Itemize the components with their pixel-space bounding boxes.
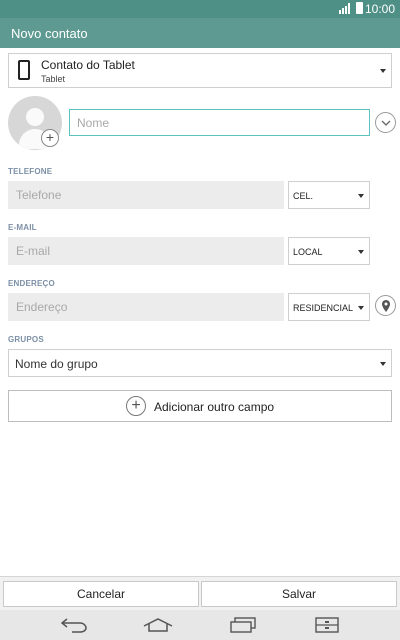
address-type-value: RESIDENCIAL bbox=[293, 303, 354, 313]
location-pin-icon bbox=[382, 300, 390, 312]
groups-select[interactable]: Nome do grupo bbox=[8, 349, 392, 377]
address-input[interactable] bbox=[8, 293, 284, 321]
chevron-down-icon bbox=[381, 120, 391, 126]
account-name: Contato do Tablet bbox=[41, 58, 135, 72]
recent-apps-icon[interactable] bbox=[229, 617, 257, 633]
groups-value: Nome do grupo bbox=[15, 357, 98, 371]
account-type: Tablet bbox=[41, 74, 66, 84]
add-photo-button[interactable]: + bbox=[41, 129, 59, 147]
phone-section-label: TELEFONE bbox=[8, 167, 53, 176]
add-field-button[interactable]: + Adicionar outro campo bbox=[8, 390, 392, 422]
name-field[interactable] bbox=[69, 109, 370, 136]
dropdown-caret-icon bbox=[358, 250, 364, 254]
dropdown-caret-icon bbox=[358, 306, 364, 310]
add-field-label: Adicionar outro campo bbox=[154, 400, 275, 414]
signal-icon bbox=[339, 3, 350, 14]
back-icon[interactable] bbox=[60, 617, 88, 633]
location-button[interactable] bbox=[375, 295, 396, 316]
cancel-button[interactable]: Cancelar bbox=[3, 581, 199, 607]
navigation-bar bbox=[0, 610, 400, 640]
groups-section-label: GRUPOS bbox=[8, 335, 44, 344]
status-time: 10:00 bbox=[364, 2, 395, 16]
account-selector[interactable]: Contato do Tablet Tablet bbox=[8, 53, 392, 88]
address-type-select[interactable]: RESIDENCIAL bbox=[288, 293, 370, 321]
plus-icon: + bbox=[126, 396, 146, 416]
phone-field[interactable] bbox=[8, 181, 284, 209]
phone-input[interactable] bbox=[8, 181, 284, 209]
save-button[interactable]: Salvar bbox=[201, 581, 397, 607]
page-title: Novo contato bbox=[11, 26, 88, 41]
address-section-label: ENDEREÇO bbox=[8, 279, 55, 288]
phone-type-select[interactable]: CEL. bbox=[288, 181, 370, 209]
title-bar: Novo contato bbox=[0, 18, 400, 48]
status-bar: 10:00 bbox=[0, 0, 400, 18]
email-field[interactable] bbox=[8, 237, 284, 265]
battery-icon bbox=[356, 2, 363, 14]
email-type-value: LOCAL bbox=[293, 247, 323, 257]
menu-icon[interactable] bbox=[315, 617, 339, 633]
name-input[interactable] bbox=[70, 110, 369, 135]
tablet-device-icon bbox=[18, 60, 30, 80]
email-section-label: E-MAIL bbox=[8, 223, 37, 232]
address-field[interactable] bbox=[8, 293, 284, 321]
dropdown-caret-icon bbox=[358, 194, 364, 198]
expand-name-button[interactable] bbox=[375, 112, 396, 133]
email-input[interactable] bbox=[8, 237, 284, 265]
email-type-select[interactable]: LOCAL bbox=[288, 237, 370, 265]
phone-type-value: CEL. bbox=[293, 191, 314, 201]
home-icon[interactable] bbox=[143, 617, 173, 633]
dropdown-caret-icon bbox=[380, 362, 386, 366]
dropdown-caret-icon bbox=[380, 69, 386, 73]
